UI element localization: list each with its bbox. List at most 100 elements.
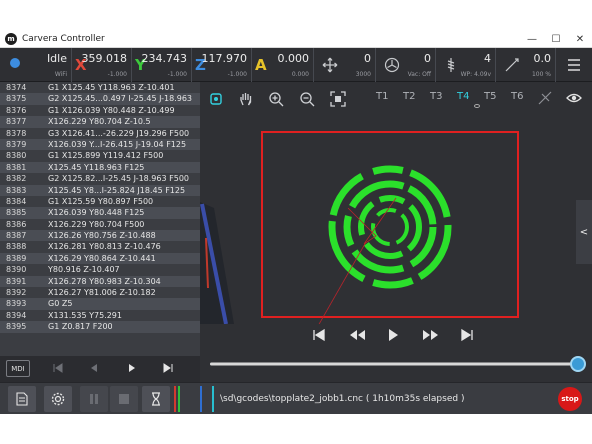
laser-power[interactable]: 0.0 100 %	[496, 48, 556, 82]
tool-tab-t1[interactable]: T1	[376, 91, 388, 102]
file-button[interactable]	[8, 386, 36, 412]
playback-controls	[200, 324, 592, 350]
fast-forward-icon[interactable]	[422, 328, 440, 342]
pause-icon	[90, 394, 98, 404]
go-end-icon[interactable]	[460, 328, 474, 342]
connection-label: WiFi	[54, 71, 67, 78]
y-position[interactable]: Y 234.743 -1.000	[132, 48, 192, 82]
playback-slider-knob[interactable]	[570, 356, 586, 372]
gcode-line-text: G2 X125.45...0.497 I-25.45 J-18.963	[48, 94, 193, 104]
gcode-line[interactable]: 8394 X131.535 Y75.291	[0, 310, 200, 321]
gcode-line-number: 8381	[6, 162, 27, 172]
gcode-line[interactable]: 8376 G1 X126.039 Y80.448 Z-10.499	[0, 105, 200, 116]
visibility-eye-icon[interactable]	[566, 91, 582, 105]
step-forward-icon[interactable]	[126, 362, 138, 374]
gcode-line-text: X126.039 Y...I-26.415 J-19.04 F125	[48, 139, 187, 149]
maximize-button[interactable]: ☐	[544, 31, 568, 48]
pan-hand-icon[interactable]	[238, 91, 254, 107]
gcode-line[interactable]: 8390 Y80.916 Z-10.407	[0, 264, 200, 275]
gcode-line[interactable]: 8385 X126.039 Y80.448 F125	[0, 207, 200, 219]
tool-tab-t2[interactable]: T2	[403, 91, 415, 102]
zoom-in-icon[interactable]	[268, 91, 284, 107]
gcode-line[interactable]: 8380 G1 X125.899 Y119.412 F500	[0, 150, 200, 161]
stop-square-button[interactable]	[110, 386, 138, 412]
gcode-line[interactable]: 8381 X125.45 Y118.963 F125	[0, 161, 200, 174]
step-back-icon[interactable]	[88, 362, 100, 374]
menu-button[interactable]	[556, 48, 592, 82]
go-start-icon[interactable]	[312, 328, 326, 342]
work-area-frame	[261, 131, 519, 318]
gcode-line[interactable]: 8389 X126.29 Y80.864 Z-10.441	[0, 252, 200, 265]
gcode-line[interactable]: 8377 X126.229 Y80.704 Z-10.5	[0, 116, 200, 128]
feed-rate[interactable]: 0 3000	[314, 48, 376, 82]
gcode-line-number: 8377	[6, 117, 27, 127]
gcode-line[interactable]: 8379 X126.039 Y...I-26.415 J-19.04 F125	[0, 138, 200, 151]
app-logo-icon: m	[5, 33, 17, 45]
close-button[interactable]: ✕	[568, 31, 592, 48]
gcode-line[interactable]: 8391 X126.278 Y80.983 Z-10.304	[0, 275, 200, 288]
x-position[interactable]: X 359.018 -1.000	[72, 48, 132, 82]
tool-tab-t4[interactable]: T4	[457, 91, 469, 102]
gcode-line[interactable]: 8383 X125.45 Y8...I-25.824 J18.45 F125	[0, 184, 200, 196]
laser-disabled-icon[interactable]	[538, 91, 552, 105]
tool-number-value: 4	[484, 52, 491, 65]
skip-start-icon[interactable]	[52, 362, 64, 374]
vacuum-state: Vac: Off	[407, 71, 431, 78]
zoom-out-icon[interactable]	[299, 91, 315, 107]
gcode-line[interactable]: 8378 G3 X126.41...-26.229 J19.296 F500	[0, 128, 200, 139]
play-icon[interactable]	[386, 328, 400, 342]
viewer-canvas	[200, 131, 519, 324]
rewind-icon[interactable]	[348, 328, 366, 342]
tool-tab-t6[interactable]: T6	[511, 91, 523, 102]
gcode-line[interactable]: 8382 G2 X125.82...I-25.45 J-18.963 F500	[0, 173, 200, 184]
gcode-line-text: G1 X125.899 Y119.412 F500	[48, 151, 164, 161]
gcode-line[interactable]: 8386 X126.229 Y80.704 F500	[0, 219, 200, 230]
gcode-line[interactable]: 8395 G1 Z0.817 F200	[0, 321, 200, 333]
skip-end-icon[interactable]	[162, 362, 174, 374]
gcode-line[interactable]: 8374 G1 X125.45 Y118.963 Z-10.401	[0, 82, 200, 93]
z-position-sub: -1.000	[227, 71, 247, 78]
tool-tab-t5[interactable]: T5	[484, 91, 496, 102]
a-axis-letter: A	[255, 56, 267, 74]
side-panel-toggle[interactable]: <	[576, 200, 592, 264]
stop-square-icon	[119, 394, 129, 404]
gcode-line-number: 8395	[6, 322, 27, 332]
gcode-line-text: X126.229 Y80.704 Z-10.5	[48, 117, 151, 127]
spindle-speed-value: 0	[424, 52, 431, 65]
gcode-line[interactable]: 8393 G0 Z5	[0, 298, 200, 310]
gcode-line[interactable]: 8388 X126.281 Y80.813 Z-10.476	[0, 241, 200, 252]
laser-power-scale: 100 %	[531, 71, 551, 78]
settings-button[interactable]	[44, 386, 72, 412]
gcode-line[interactable]: 8387 X126.26 Y80.756 Z-10.488	[0, 230, 200, 242]
gcode-line-number: 8393	[6, 299, 27, 309]
gcode-list[interactable]: 8374 G1 X125.45 Y118.963 Z-10.401 8375 G2 X…	[0, 82, 200, 356]
minimize-button[interactable]: —	[520, 31, 544, 48]
playback-slider[interactable]	[200, 354, 592, 374]
gcode-line-text: G1 X126.039 Y80.448 Z-10.499	[48, 105, 175, 115]
gcode-line[interactable]: 8375 G2 X125.45...0.497 I-25.45 J-18.963	[0, 93, 200, 105]
tool-tab-t3[interactable]: T3	[430, 91, 442, 102]
probe-voltage: WP: 4.09v	[460, 71, 491, 78]
a-position[interactable]: A 0.000 0.000	[252, 48, 314, 82]
gcode-line[interactable]: 8392 X126.27 Y81.006 Z-10.182	[0, 287, 200, 298]
reset-view-icon[interactable]	[208, 91, 224, 107]
toolpath-viewer[interactable]: T1 T2 T3 T4 T5 T6 <	[200, 82, 592, 382]
gcode-line[interactable]: 8384 G1 X125.59 Y80.897 F500	[0, 196, 200, 207]
fit-view-icon[interactable]	[330, 91, 346, 107]
tool-number[interactable]: 4 WP: 4.09v	[436, 48, 496, 82]
gcode-line-text: G1 X125.59 Y80.897 F500	[48, 196, 154, 206]
gcode-line-number: 8394	[6, 310, 27, 320]
emergency-stop-button[interactable]: stop	[558, 387, 582, 411]
timer-button[interactable]	[142, 386, 170, 412]
gcode-line-number: 8392	[6, 288, 27, 298]
document-icon	[16, 392, 28, 406]
pause-button[interactable]	[80, 386, 108, 412]
y-position-value: 234.743	[141, 52, 188, 65]
gcode-line-text: X125.45 Y118.963 F125	[48, 162, 145, 172]
spindle-speed[interactable]: 0 Vac: Off	[376, 48, 436, 82]
mdi-button[interactable]: MDI	[6, 360, 30, 377]
z-position[interactable]: Z 117.970 -1.000	[192, 48, 252, 82]
machine-state[interactable]: Idle WiFi	[0, 48, 72, 82]
gcode-line-text: G0 Z5	[48, 299, 73, 309]
gear-icon	[51, 392, 65, 406]
